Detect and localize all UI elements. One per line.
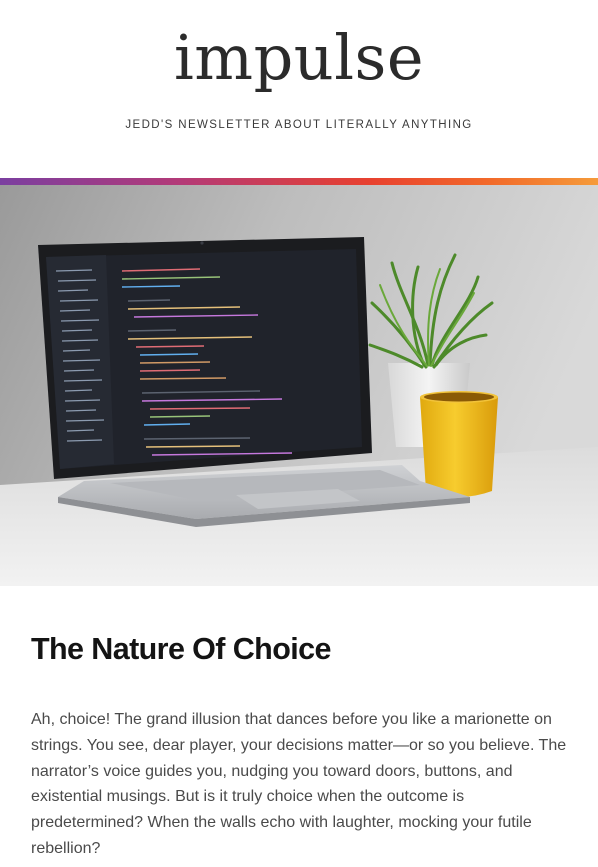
newsletter-logo[interactable]: impulse [0,18,598,98]
newsletter-page: impulse JEDD'S NEWSLETTER ABOUT LITERALL… [0,0,598,867]
laptop-photo [0,185,598,586]
hero-image[interactable] [0,185,598,586]
article-body: Ah, choice! The grand illusion that danc… [31,711,567,857]
masthead: impulse JEDD'S NEWSLETTER ABOUT LITERALL… [0,0,598,178]
accent-gradient-bar [0,178,598,185]
article-title: The Nature Of Choice [31,632,331,666]
newsletter-tagline: JEDD'S NEWSLETTER ABOUT LITERALLY ANYTHI… [125,119,473,131]
